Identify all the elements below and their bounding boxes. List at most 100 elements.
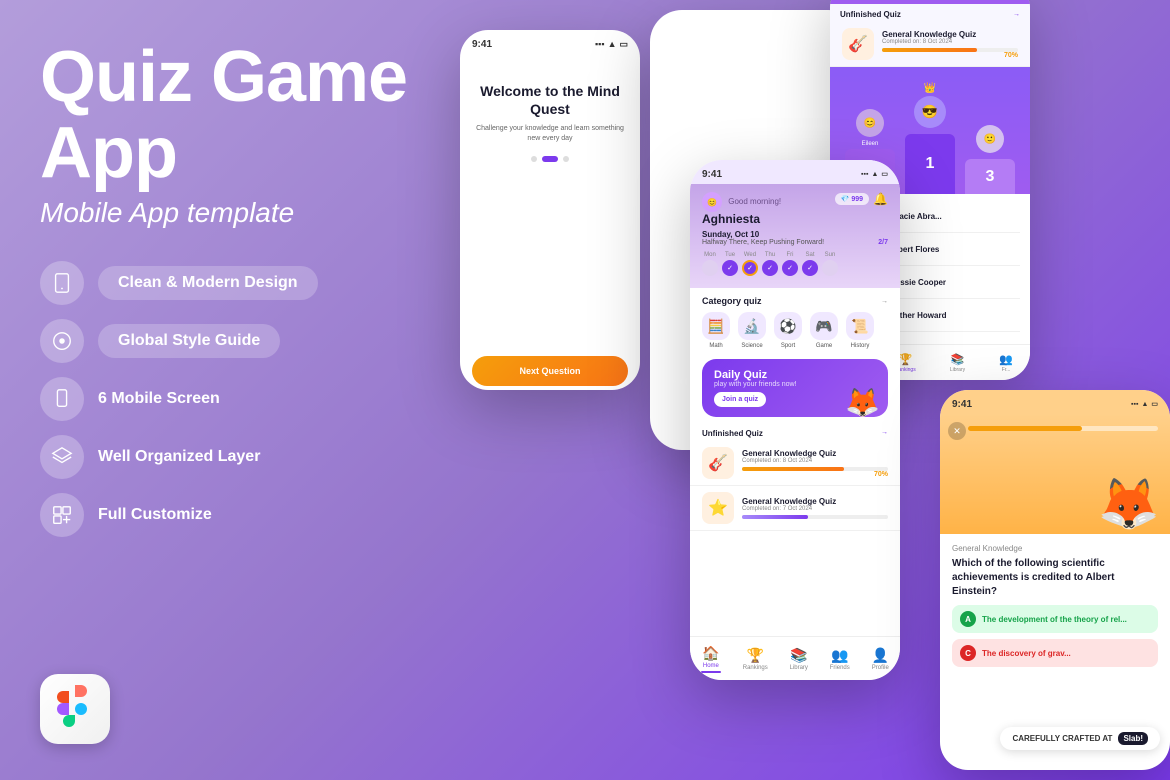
friends-nav-icon: 👥 [831, 647, 848, 664]
status-time-1: 9:41 [472, 39, 492, 50]
phone1-title: Welcome to the Mind Quest [472, 82, 628, 118]
quiz-1-icon: 🎸 [702, 447, 734, 479]
left-panel: Quiz Game App Mobile App template Clean … [40, 40, 420, 537]
clean-design-icon [40, 261, 84, 305]
cat-science[interactable]: 🔬 Science [738, 312, 766, 349]
answer-c-text: The discovery of grav... [982, 649, 1071, 658]
nav-friends[interactable]: 👥 Friends [830, 647, 850, 671]
podium-1st-block: 1 [905, 134, 955, 194]
phone3-categories: 🧮 Math 🔬 Science ⚽ Sport 🎮 Game 📜 [702, 312, 888, 349]
bottom-nav-3: 🏠 Home 🏆 Rankings 📚 Library 👥 Friends 👤 … [690, 636, 900, 680]
wifi-icon-5: ▲ [1141, 401, 1148, 408]
nav-rankings[interactable]: 🏆 Rankings [743, 647, 768, 671]
style-guide-icon [40, 319, 84, 363]
podium-1st: 👑 😎 1 [905, 83, 955, 194]
lb-name-6: Bessie Cooper [890, 278, 1020, 287]
cat-game[interactable]: 🎮 Game [810, 312, 838, 349]
phone3-categories-section: Category quiz → 🧮 Math 🔬 Science ⚽ Sport… [690, 288, 900, 353]
feature-customize: Full Customize [40, 493, 420, 537]
join-quiz-button[interactable]: Join a quiz [714, 392, 766, 407]
quiz-1-date: Completed on: 8 Oct 2024 [742, 458, 888, 464]
answer-c[interactable]: C The discovery of grav... [952, 639, 1158, 667]
podium-2nd-avatar: 😊 [856, 109, 884, 137]
day-sun: Sun [822, 252, 838, 276]
status-time-3: 9:41 [702, 169, 722, 180]
feature-style-guide: Global Style Guide [40, 319, 420, 363]
phone5-question-area: General Knowledge Which of the following… [940, 534, 1170, 677]
feature-list: Clean & Modern Design Global Style Guide… [40, 261, 420, 537]
p4-nav-library[interactable]: 📚 Library [950, 353, 965, 373]
nav-rankings-label: Rankings [743, 665, 768, 671]
lb-name-4: Gracie Abra... [890, 212, 1020, 221]
phone4-quiz-item[interactable]: 🎸 General Knowledge Quiz Completed on: 8… [830, 22, 1030, 67]
answer-a-letter: A [960, 611, 976, 627]
signal-icon: ▪▪▪ [595, 39, 605, 49]
podium-1st-avatar: 😎 [914, 96, 946, 128]
quiz-1-pct: 70% [742, 471, 888, 478]
close-button[interactable]: ✕ [948, 422, 966, 440]
quiz-2-progress-bar [742, 515, 888, 519]
daily-quiz-banner[interactable]: Daily Quiz play with your friends now! J… [702, 359, 888, 417]
organized-layer-label: Well Organized Layer [98, 448, 260, 466]
settings-icon [51, 504, 73, 526]
arrow-right-icon: → [881, 298, 888, 305]
customize-icon [40, 493, 84, 537]
wifi-icon: ▲ [608, 39, 617, 49]
p4-nav-friends[interactable]: 👥 Fr... [999, 353, 1013, 373]
nav-home[interactable]: 🏠 Home [701, 645, 721, 673]
phone1-dots [472, 156, 628, 162]
cat-sport[interactable]: ⚽ Sport [774, 312, 802, 349]
p4-rankings-icon: 🏆 [898, 353, 912, 366]
answer-a-text: The development of the theory of rel... [982, 615, 1127, 624]
cat-history-label: History [851, 343, 870, 349]
feature-clean-design: Clean & Modern Design [40, 261, 420, 305]
quiz-item-2[interactable]: ⭐ General Knowledge Quiz Completed on: 7… [690, 486, 900, 531]
phone-home: 9:41 ▪▪▪ ▲ ▭ 😊 Good morning! Aghniesta [690, 160, 900, 680]
quiz-progress-fill [968, 426, 1082, 431]
phone3-progress: 2/7 [878, 239, 888, 246]
quiz-2-progress-fill [742, 515, 808, 519]
palette-icon [51, 330, 73, 352]
phone4-see-all[interactable]: → [1013, 11, 1020, 18]
status-icons-5: ▪▪▪ ▲ ▭ [1131, 400, 1158, 408]
profile-nav-icon: 👤 [872, 647, 889, 664]
phone4-quiz-date: Completed on: 8 Oct 2024 [882, 39, 1018, 45]
phones-area: 9:41 ▪▪▪ ▲ ▭ Welcome to the Mind Quest C… [430, 0, 1170, 780]
phone1-next-button[interactable]: Next Question [472, 356, 628, 386]
day-sat: Sat✓ [802, 252, 818, 276]
organized-layer-icon [40, 435, 84, 479]
style-guide-label: Global Style Guide [98, 324, 280, 358]
phone4-unfinished-title: Unfinished Quiz [840, 10, 901, 19]
phone4-quiz-icon: 🎸 [842, 28, 874, 60]
figma-icon [57, 685, 93, 733]
phone-question: 9:41 ▪▪▪ ▲ ▭ ✕ 🦊 General Knowledge Which… [940, 390, 1170, 770]
phone3-username: Aghniesta [702, 212, 781, 226]
dot-1 [531, 156, 537, 162]
status-icons-1: ▪▪▪ ▲ ▭ [595, 39, 628, 50]
dot-3 [563, 156, 569, 162]
feature-organized-layer: Well Organized Layer [40, 435, 420, 479]
cat-science-icon: 🔬 [738, 312, 766, 340]
nav-library[interactable]: 📚 Library [790, 647, 808, 671]
answer-a[interactable]: A The development of the theory of rel..… [952, 605, 1158, 633]
daily-quiz-sub: play with your friends now! [714, 381, 796, 388]
crafted-badge: CAREFULLY CRAFTED AT Slab! [1000, 727, 1160, 750]
mobile-screen-label: 6 Mobile Screen [98, 390, 220, 408]
status-icons-3: ▪▪▪ ▲ ▭ [861, 170, 888, 178]
see-all-link[interactable]: → [881, 429, 888, 438]
answer-c-letter: C [960, 645, 976, 661]
phone3-category-title: Category quiz [702, 296, 762, 306]
phone3-motivation: Halfway There, Keep Pushing Forward! [702, 239, 824, 246]
figma-logo [40, 674, 110, 744]
quiz-item-1[interactable]: 🎸 General Knowledge Quiz Completed on: 8… [690, 441, 900, 486]
quiz-2-info: General Knowledge Quiz Completed on: 7 O… [742, 497, 888, 519]
battery-icon-5: ▭ [1151, 400, 1158, 408]
page-title: Quiz Game App [40, 40, 420, 191]
nav-profile[interactable]: 👤 Profile [872, 647, 889, 671]
cat-sport-icon: ⚽ [774, 312, 802, 340]
crown-icon: 👑 [924, 83, 936, 94]
cat-history[interactable]: 📜 History [846, 312, 874, 349]
day-tue: Tue✓ [722, 252, 738, 276]
cat-math[interactable]: 🧮 Math [702, 312, 730, 349]
quiz-progress-bar [968, 426, 1158, 431]
